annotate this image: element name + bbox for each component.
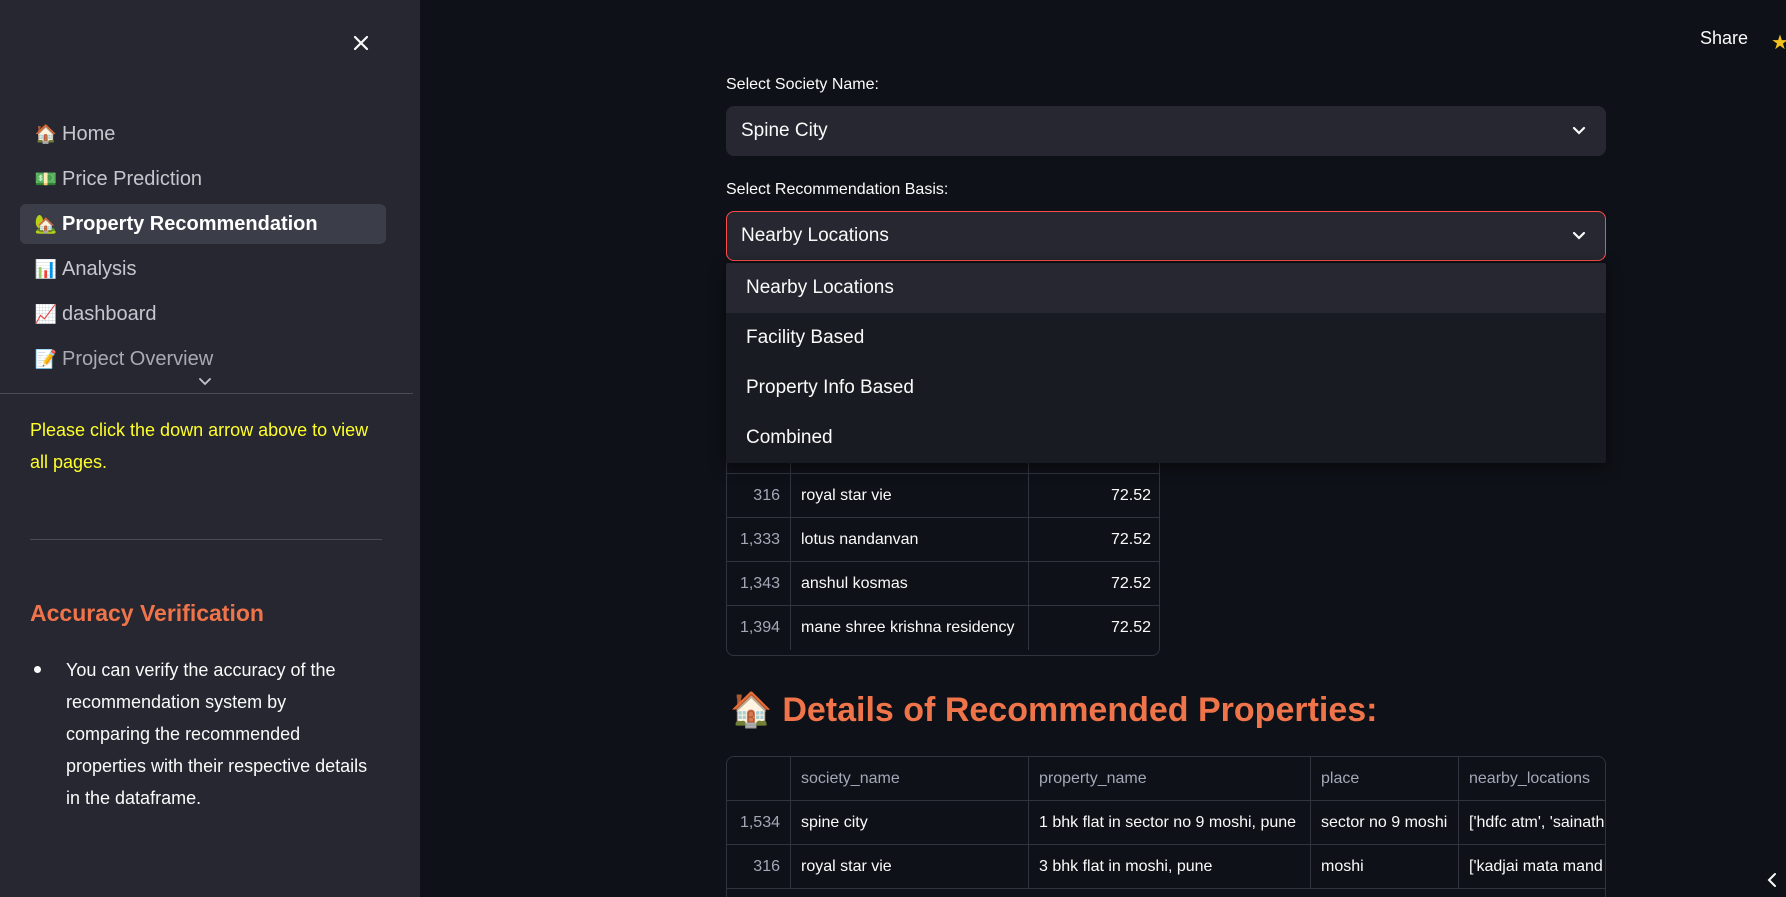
accuracy-text: You can verify the accuracy of the recom…: [66, 660, 368, 808]
accuracy-heading: Accuracy Verification: [30, 600, 264, 626]
row-index: 1,333: [727, 518, 791, 561]
dropdown-option-combined[interactable]: Combined: [726, 413, 1606, 463]
sidebar-divider: [0, 393, 413, 394]
sidebar-item-project-overview[interactable]: 📝 Project Overview: [20, 339, 386, 376]
house-garden-icon: 🏡: [34, 213, 58, 234]
property-name-cell: lotus nandanvan: [791, 518, 1029, 561]
sidebar-item-home[interactable]: 🏠 Home: [20, 114, 386, 154]
society-name-cell: royal star vie: [791, 845, 1029, 888]
row-index: 1,343: [727, 562, 791, 605]
basis-select[interactable]: Nearby Locations: [726, 211, 1606, 261]
table-row: 316 royal star vie 3 bhk flat in moshi, …: [727, 845, 1605, 889]
sidebar-item-dashboard[interactable]: 📈 dashboard: [20, 294, 386, 334]
sidebar-divider: [30, 539, 382, 540]
society-select[interactable]: Spine City: [726, 106, 1606, 156]
dropdown-option-property-info-based[interactable]: Property Info Based: [726, 363, 1606, 413]
bar-chart-icon: 📊: [34, 258, 58, 279]
sidebar-item-label: Property Recommendation: [62, 212, 318, 235]
row-index: 1,534: [727, 801, 791, 844]
nav-expand-button[interactable]: [198, 374, 216, 388]
sidebar-item-label: Price Prediction: [62, 167, 203, 190]
sidebar-item-analysis[interactable]: 📊 Analysis: [20, 249, 386, 289]
house-icon: 🏠: [730, 691, 773, 729]
table-row: 1,394 mane shree krishna residency 72.52: [727, 606, 1159, 650]
dropdown-option-nearby-locations[interactable]: Nearby Locations: [726, 263, 1606, 313]
sidebar-item-label: Analysis: [62, 257, 137, 280]
details-heading: 🏠 Details of Recommended Properties:: [730, 690, 1378, 730]
column-header[interactable]: property_name: [1029, 757, 1311, 800]
chevron-left-icon: [1767, 873, 1776, 887]
column-header[interactable]: nearby_locations: [1459, 757, 1605, 800]
property-name-cell: mane shree krishna residency: [791, 606, 1029, 650]
sidebar-item-label: Home: [62, 122, 116, 145]
row-index: 316: [727, 474, 791, 517]
sidebar-nav: 🏠 Home 💵 Price Prediction 🏡 Property Rec…: [20, 114, 386, 376]
table-row: 1,333 lotus nandanvan 72.52: [727, 518, 1159, 562]
details-heading-text: Details of Recommended Properties:: [782, 690, 1378, 729]
expand-panel-button[interactable]: [1765, 872, 1779, 888]
table-header-row: society_name property_name place nearby_…: [727, 757, 1605, 801]
property-name-cell: royal star vie: [791, 474, 1029, 517]
society-select-value: Spine City: [741, 120, 828, 141]
column-header[interactable]: society_name: [791, 757, 1029, 800]
star-icon[interactable]: ★: [1771, 30, 1786, 55]
table-row: 1,343 anshul kosmas 72.52: [727, 562, 1159, 606]
index-header: [727, 757, 791, 800]
sidebar-item-property-recommendation[interactable]: 🏡 Property Recommendation: [20, 204, 386, 244]
house-icon: 🏠: [34, 123, 58, 144]
dropdown-option-facility-based[interactable]: Facility Based: [726, 313, 1606, 363]
recommendation-table: 1,534 spine city 0.00 316 royal star vie…: [726, 452, 1160, 656]
row-index: 1,394: [727, 606, 791, 650]
line-chart-icon: 📈: [34, 303, 58, 324]
table-row: 316 royal star vie 72.52: [727, 474, 1159, 518]
score-cell: 72.52: [1110, 619, 1151, 636]
sidebar-hint-text: Please click the down arrow above to vie…: [30, 420, 369, 472]
property-name-cell: 1 bhk flat in sector no 9 moshi, pune: [1029, 801, 1311, 844]
property-name-cell: 3 bhk flat in moshi, pune: [1029, 845, 1311, 888]
sidebar-item-label: dashboard: [62, 302, 157, 325]
accuracy-list: You can verify the accuracy of the recom…: [30, 654, 370, 814]
place-cell: sector no 9 moshi: [1311, 801, 1459, 844]
basis-select-value: Nearby Locations: [741, 225, 889, 246]
place-cell: moshi: [1311, 845, 1459, 888]
details-table: society_name property_name place nearby_…: [726, 756, 1606, 897]
sidebar-item-label: Project Overview: [62, 347, 214, 370]
chevron-down-icon: [1572, 231, 1586, 240]
score-cell: 72.52: [1110, 530, 1151, 548]
column-header[interactable]: place: [1311, 757, 1459, 800]
close-sidebar-button[interactable]: [346, 28, 376, 58]
society-name-cell: spine city: [791, 801, 1029, 844]
chevron-down-icon: [1572, 126, 1586, 135]
chevron-down-icon: [199, 378, 211, 386]
society-label: Select Society Name:: [726, 76, 879, 93]
basis-dropdown-menu: Nearby Locations Facility Based Property…: [726, 263, 1606, 463]
basis-label: Select Recommendation Basis:: [726, 181, 949, 198]
row-index: 316: [727, 845, 791, 888]
property-name-cell: anshul kosmas: [791, 562, 1029, 605]
money-icon: 💵: [34, 168, 58, 189]
memo-icon: 📝: [34, 348, 58, 369]
score-cell: 72.52: [1110, 574, 1151, 592]
nearby-locations-cell: ['kadjai mata mand: [1469, 857, 1603, 875]
app-root: 🏠 Home 💵 Price Prediction 🏡 Property Rec…: [0, 0, 1786, 897]
close-icon: [353, 35, 369, 51]
nearby-locations-cell: ['hdfc atm', 'sainath: [1469, 813, 1605, 831]
table-row: 1,534 spine city 1 bhk flat in sector no…: [727, 801, 1605, 845]
sidebar-item-price-prediction[interactable]: 💵 Price Prediction: [20, 159, 386, 199]
sidebar: 🏠 Home 💵 Price Prediction 🏡 Property Rec…: [0, 0, 420, 897]
score-cell: 72.52: [1110, 486, 1151, 504]
bullet-icon: [34, 666, 41, 673]
share-button[interactable]: Share: [1700, 28, 1748, 49]
